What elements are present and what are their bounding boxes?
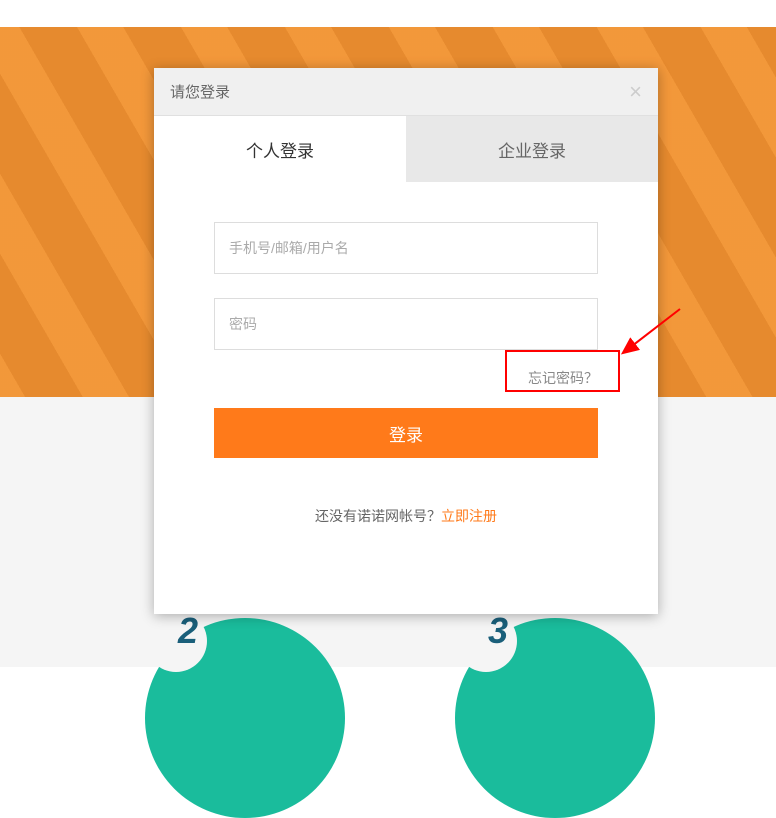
username-input[interactable] (214, 222, 598, 274)
step-circle-2 (455, 618, 655, 818)
tab-personal-login[interactable]: 个人登录 (154, 116, 406, 182)
modal-header: 请您登录 × (154, 68, 658, 116)
close-icon[interactable]: × (629, 81, 642, 103)
modal-title: 请您登录 (170, 81, 230, 102)
password-row (214, 298, 598, 350)
login-tabs: 个人登录 企业登录 (154, 116, 658, 182)
username-row (214, 222, 598, 274)
login-modal: 请您登录 × 个人登录 企业登录 忘记密码？ 登录 还没有诺诺网帐号？立即注册 (154, 68, 658, 614)
password-input[interactable] (214, 298, 598, 350)
register-link[interactable]: 立即注册 (441, 508, 497, 524)
step-number-2: 2 (178, 610, 198, 652)
step-number-3: 3 (488, 610, 508, 652)
login-button[interactable]: 登录 (214, 408, 598, 458)
register-prompt: 还没有诺诺网帐号？ (315, 508, 441, 524)
register-row: 还没有诺诺网帐号？立即注册 (214, 506, 598, 526)
tab-enterprise-login[interactable]: 企业登录 (406, 116, 658, 182)
forgot-password-link[interactable]: 忘记密码？ (528, 370, 598, 386)
step-circle-1 (145, 618, 345, 818)
login-form: 忘记密码？ 登录 还没有诺诺网帐号？立即注册 (154, 182, 658, 526)
forgot-password-row: 忘记密码？ (214, 368, 598, 388)
